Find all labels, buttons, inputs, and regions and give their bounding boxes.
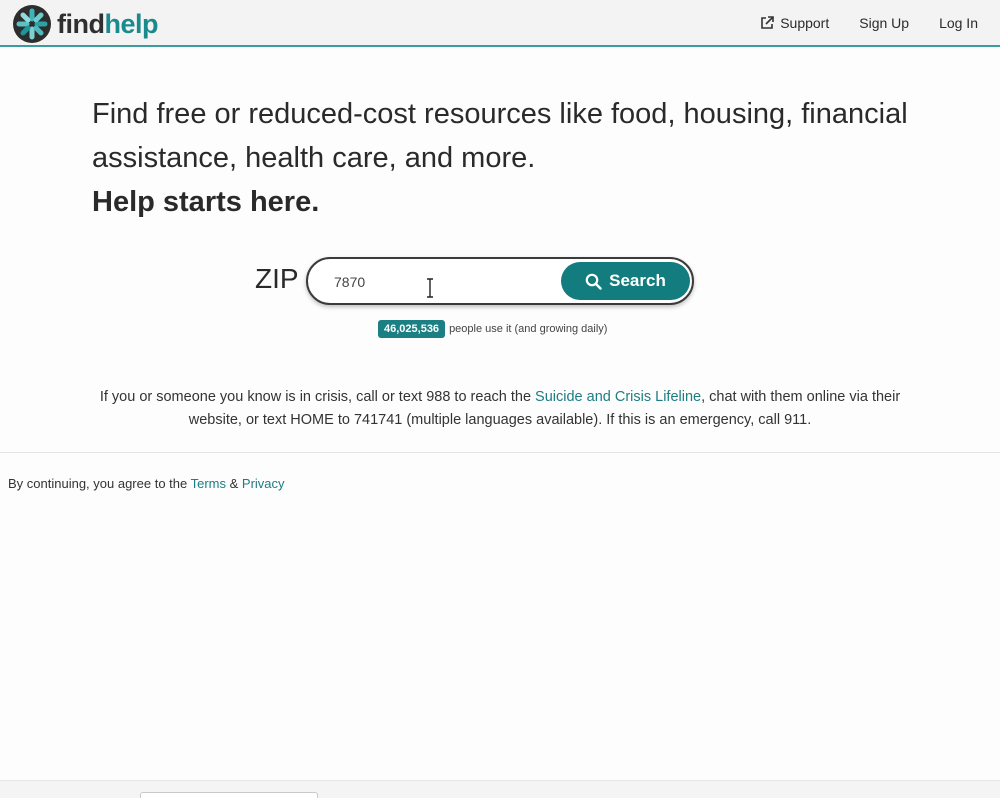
terms-ampersand: &: [226, 476, 242, 491]
terms-prefix: By continuing, you agree to the: [8, 476, 191, 491]
terms-notice: By continuing, you agree to the Terms & …: [8, 476, 285, 491]
section-divider: [0, 452, 1000, 453]
user-count-badge: 46,025,536: [378, 320, 446, 338]
header-nav: Support Sign Up Log In: [730, 0, 978, 45]
support-link[interactable]: Support: [760, 15, 829, 31]
hero-section: Find free or reduced-cost resources like…: [92, 92, 922, 224]
terms-link[interactable]: Terms: [191, 476, 226, 491]
user-count-text: people use it (and growing daily): [449, 323, 608, 335]
findhelp-logo-icon: [13, 5, 51, 43]
top-header: findhelp Support Sign Up Log In: [0, 0, 1000, 47]
logo-find-text: find: [57, 9, 105, 39]
hero-line-1: Find free or reduced-cost resources like…: [92, 98, 908, 130]
external-link-icon: [761, 15, 775, 29]
sign-up-link[interactable]: Sign Up: [859, 15, 909, 31]
zip-label: ZIP: [255, 263, 299, 294]
hero-line-2: assistance, health care, and more.: [92, 142, 536, 174]
crisis-notice: If you or someone you know is in crisis,…: [90, 386, 910, 432]
hero-tagline: Help starts here.: [92, 186, 320, 218]
zip-input[interactable]: [326, 268, 556, 296]
findhelp-logo[interactable]: findhelp: [12, 4, 158, 44]
user-count-row: 46,025,536 people use it (and growing da…: [378, 320, 607, 338]
logo-help-text: help: [104, 9, 158, 39]
search-button-label: Search: [609, 271, 666, 290]
search-button[interactable]: Search: [561, 262, 690, 300]
log-in-link[interactable]: Log In: [939, 15, 978, 31]
bottom-tab: [140, 792, 318, 798]
text-cursor-icon: [427, 278, 433, 298]
crisis-text-before: If you or someone you know is in crisis,…: [99, 389, 536, 405]
search-icon: [585, 273, 602, 290]
logo-wordmark: findhelp: [57, 4, 158, 44]
support-label: Support: [780, 14, 830, 31]
privacy-link[interactable]: Privacy: [242, 476, 285, 491]
crisis-lifeline-link[interactable]: Suicide and Crisis Lifeline: [535, 389, 701, 405]
